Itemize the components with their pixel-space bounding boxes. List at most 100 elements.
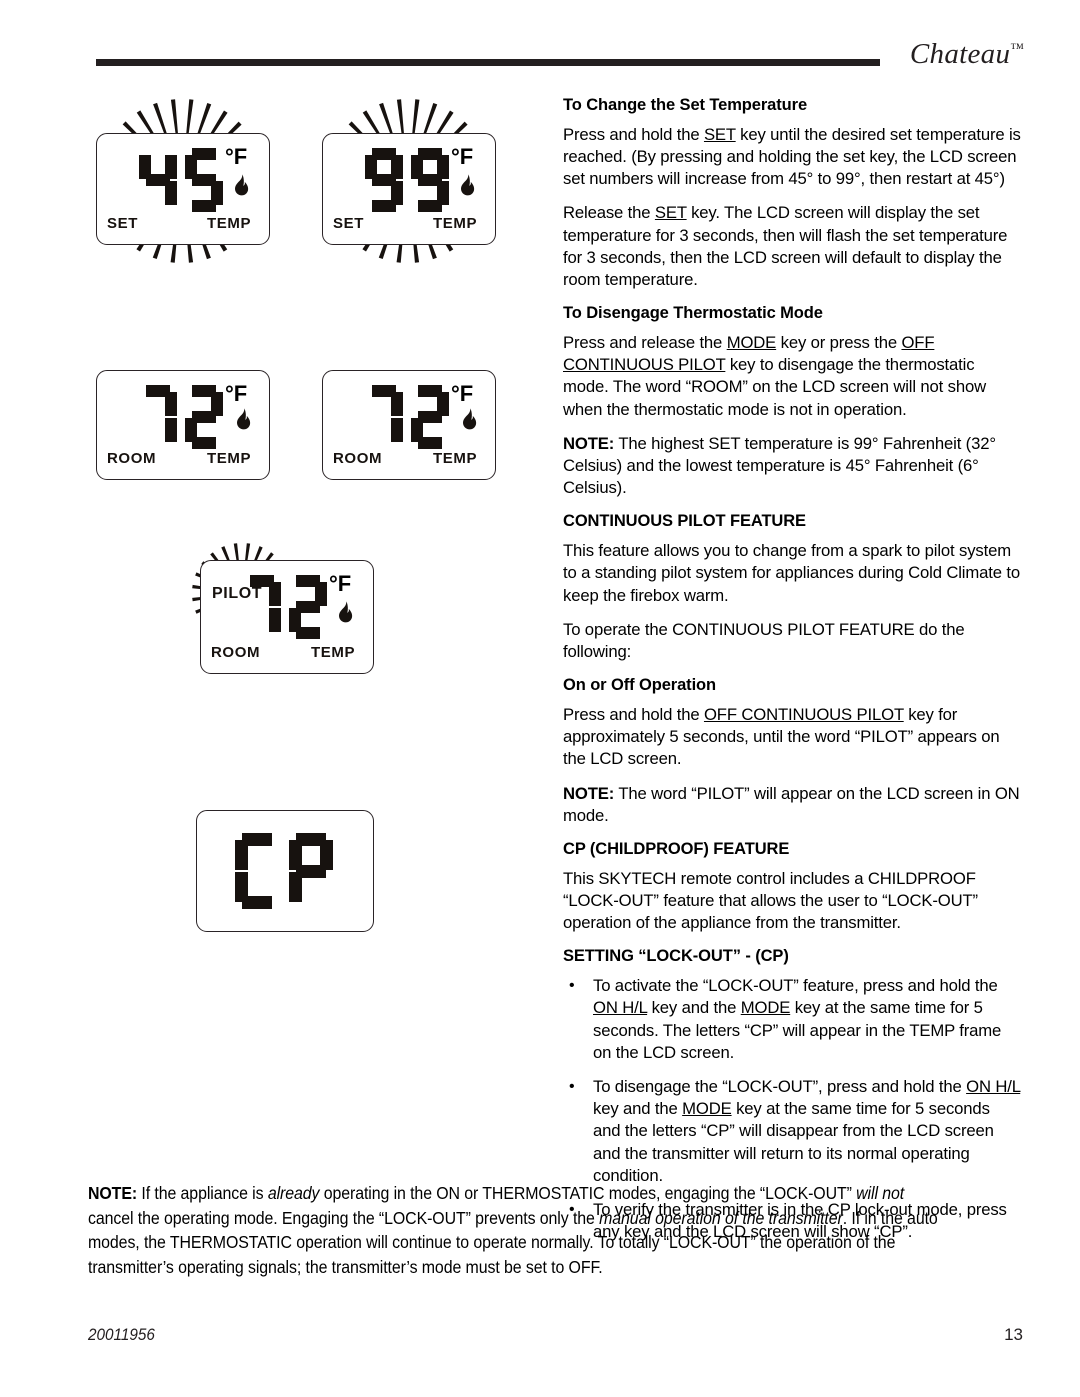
brand-logo: Chateau™ [910,38,1024,71]
lcd-label-right: TEMP [311,644,356,661]
segment-d [417,200,443,212]
key-ref-set: SET [703,124,736,144]
seven-segment-digit [411,148,449,212]
segment-g [417,174,443,186]
heading-continuous-pilot-feature: CONTINUOUS PILOT FEATURE [563,512,806,531]
seven-segment-digit [365,385,403,449]
seven-segment-digit [289,575,327,639]
lcd-label-right: TEMP [433,450,478,467]
lcd-label-right: TEMP [207,450,252,467]
text-run: operating in the ON or THERMOSTATIC mode… [319,1183,857,1203]
text-run: Press and release the [563,332,727,352]
segment-d [417,437,443,449]
flame-icon [236,408,251,430]
heading-disengage-thermostatic: To Disengage Thermostatic Mode [563,304,823,323]
lcd-display-pilot-room-temp-72: °F ROOM TEMP [200,560,374,674]
lcd-label-left: ROOM [107,450,157,467]
key-ref-on-hl: ON H/L [593,998,648,1018]
heading-setting-lock-out: SETTING “LOCK-OUT” - (CP) [563,947,789,966]
heading-childproof-feature: CP (CHILDPROOF) FEATURE [563,840,790,858]
paragraph-disengage-thermostatic: Press and release the MODE key or press … [563,332,1021,421]
segment-d [191,437,217,449]
note-pilot-on-mode: NOTE: The word “PILOT” will appear on th… [563,783,1021,827]
seven-segment-digit [139,148,177,212]
note-label: NOTE: [563,783,615,803]
lcd-display-set-temp-45: °F SET TEMP [96,133,270,245]
text-run: key and the [593,1099,683,1119]
page-header: Chateau™ [0,0,1080,90]
degree-fahrenheit-label: °F [329,571,352,596]
key-ref-mode: MODE [726,332,777,352]
paragraph-set-temperature-2: Release the SET key. The LCD screen will… [563,202,1021,291]
lcd-display-set-temp-99: °F SET TEMP [322,133,496,245]
emphasis-will-not: will not [856,1183,905,1203]
lcd-label-left: SET [333,215,364,232]
flame-icon [460,174,475,196]
paragraph-childproof-1: This SKYTECH remote control includes a C… [563,868,978,933]
segment-c [165,180,177,206]
text-run: To disengage the “LOCK-OUT”, press and h… [593,1076,967,1096]
text-run: The word “PILOT” will appear on the LCD … [563,783,1020,825]
manual-page: Chateau™ °F SET TEMP °F SET TEMP °F ROOM TEMP °F R… [0,0,1080,1397]
paragraph-continuous-pilot-2: To operate the CONTINUOUS PILOT FEATURE … [563,619,965,661]
segment-b [165,154,177,180]
segment-d [242,896,272,909]
segment-d [295,627,321,639]
paragraph-set-temperature-1: Press and hold the SET key until the des… [563,124,1021,191]
page-number: 13 [1004,1325,1023,1344]
segment-c [269,607,281,633]
list-item: • To activate the “LOCK-OUT” feature, pre… [563,975,1021,1064]
heading-on-or-off-operation: On or Off Operation [563,676,717,695]
seven-segment-digit [139,385,177,449]
key-ref-off-continuous-pilot: OFF CONTINUOUS PILOT [703,704,904,724]
segment-f [235,840,248,871]
lcd-label-left: ROOM [211,644,261,661]
text-run: Press and hold the [563,704,704,724]
paragraph-continuous-pilot-3: Press and hold the OFF CONTINUOUS PILOT … [563,704,1021,771]
text-run: key or press the [776,332,902,352]
degree-fahrenheit-label: °F [225,144,248,169]
bottom-note: NOTE: If the appliance is already operat… [88,1181,944,1280]
flame-icon [338,601,353,623]
paragraph-continuous-pilot-1: This feature allows you to change from a… [563,541,1020,605]
segment-c [391,417,403,443]
brand-name: Chateau [909,38,1011,70]
key-ref-on-hl: ON H/L [966,1076,1021,1096]
text-run: key and the [647,998,741,1018]
segment-g [371,174,397,186]
note-label: NOTE: [563,433,615,453]
bullet-marker: • [569,977,575,995]
segment-d [191,200,217,212]
note-temperature-range: NOTE: The highest SET temperature is 99°… [563,433,1021,500]
seven-segment-digit [411,385,449,449]
list-item: • To disengage the “LOCK-OUT”, press and … [563,1076,1021,1187]
note-label: NOTE: [88,1183,138,1203]
seven-segment-digit [365,148,403,212]
lcd-label-right: TEMP [207,215,252,232]
segment-b [269,581,281,607]
header-rule [96,59,880,66]
lcd-label-left: SET [107,215,138,232]
emphasis-already: already [267,1183,320,1203]
lcd-display-room-temp-72-flashing-flame: °F ROOM TEMP [322,370,496,480]
text-run: The highest SET temperature is 99° Fahre… [563,433,996,498]
segment-e [289,871,302,902]
lcd-label-right: TEMP [433,215,478,232]
seven-segment-digit [235,833,279,909]
instruction-column: To Change the Set Temperature Press and … [563,95,1021,1255]
segment-c [165,417,177,443]
segment-d [371,200,397,212]
seven-segment-digit [289,833,333,909]
degree-fahrenheit-label: °F [451,144,474,169]
degree-fahrenheit-label: °F [225,381,248,406]
heading-set-temperature: To Change the Set Temperature [563,96,808,114]
lcd-display-childproof-cp [196,810,374,932]
degree-fahrenheit-label: °F [451,381,474,406]
page-footer: 20011956 13 [88,1325,1023,1349]
bullet-marker: • [569,1077,575,1095]
trademark-symbol: ™ [1010,41,1024,57]
segment-b [165,391,177,417]
key-ref-mode: MODE [682,1099,732,1119]
segment-b [391,391,403,417]
flame-icon [234,174,249,196]
